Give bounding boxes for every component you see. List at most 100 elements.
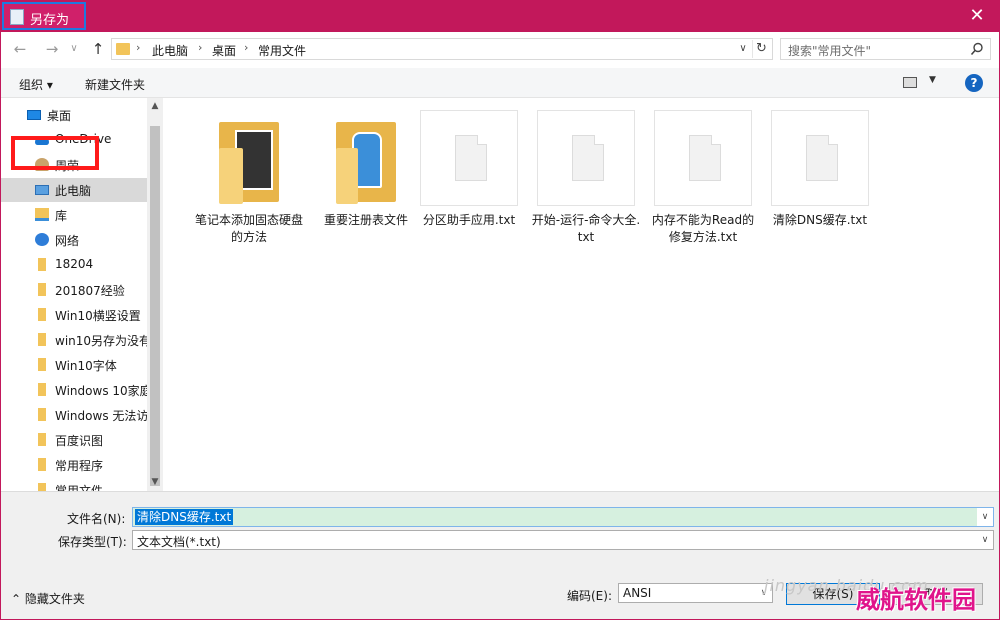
save-options-panel: 文件名(N): 清除DNS缓存.txt ∨ 保存类型(T): 文本文档(*.tx… <box>1 491 999 619</box>
view-mode-dropdown[interactable]: ▼ <box>929 75 936 85</box>
sidebar-item-label: Windows 10家庭 <box>55 384 147 398</box>
sidebar-item-label: 常用程序 <box>55 459 104 473</box>
sidebar-item-network[interactable]: 网络 <box>1 228 147 252</box>
folder-icon <box>38 258 46 271</box>
sidebar-item-folder[interactable]: 18204 <box>1 253 147 277</box>
sidebar-item-folder[interactable]: Win10横竖设置 <box>1 303 147 327</box>
refresh-button[interactable]: ↻ <box>752 40 770 58</box>
sidebar-item-label: 百度识图 <box>55 434 104 448</box>
help-icon[interactable]: ? <box>965 74 983 92</box>
folder-icon <box>38 308 46 321</box>
sidebar-item-label: Windows 无法访 <box>55 409 147 423</box>
sidebar-item-folder[interactable]: win10另存为没有 <box>1 328 147 352</box>
breadcrumb-separator: › <box>244 41 249 54</box>
title-highlight: 另存为 <box>2 2 86 30</box>
file-item[interactable]: 清除DNS缓存.txt <box>770 108 870 248</box>
encoding-select[interactable]: ANSI ∨ <box>618 583 773 603</box>
sidebar-item-label: win10另存为没有 <box>55 334 147 348</box>
up-button[interactable]: ↑ <box>87 38 109 60</box>
navigation-bar: ← → ∨ ↑ › 此电脑 › 桌面 › 常用文件 ∨ ↻ 搜索"常用文件" <box>1 32 999 66</box>
sidebar-item-folder[interactable]: 常用程序 <box>1 453 147 477</box>
organize-menu[interactable]: 组织 ▾ <box>19 76 53 93</box>
sidebar-item-folder[interactable]: Windows 无法访 <box>1 403 147 427</box>
title-bar: 另存为 ✕ <box>0 0 1000 32</box>
file-list: 笔记本添加固态硬盘的方法 重要注册表文件 分区助手应用.txt 开始-运行-命令… <box>164 98 999 491</box>
save-as-dialog: ← → ∨ ↑ › 此电脑 › 桌面 › 常用文件 ∨ ↻ 搜索"常用文件" 组… <box>1 32 999 619</box>
window-title: 另存为 <box>30 13 70 28</box>
desktop-icon <box>27 110 41 120</box>
text-file-icon <box>689 135 721 181</box>
this-pc-icon <box>35 185 49 195</box>
recent-locations-button[interactable]: ∨ <box>63 38 85 60</box>
filetype-dropdown-icon[interactable]: ∨ <box>977 531 993 549</box>
folder-thumbnail <box>316 108 416 208</box>
text-file-icon <box>806 135 838 181</box>
folder-front-panel <box>336 148 358 204</box>
filename-dropdown-icon[interactable]: ∨ <box>977 508 993 526</box>
file-name: 重要注册表文件 <box>323 213 408 227</box>
folder-icon <box>38 383 46 396</box>
filename-label: 文件名(N): <box>67 512 126 526</box>
text-file-thumbnail <box>419 108 519 208</box>
sidebar-item-desktop[interactable]: 桌面 <box>1 103 147 127</box>
breadcrumb-separator: › <box>198 41 203 54</box>
hide-folders-toggle[interactable]: ⌃ 隐藏文件夹 <box>11 590 85 607</box>
scroll-up-button[interactable]: ▲ <box>147 98 163 115</box>
sidebar-item-folder[interactable]: Win10字体 <box>1 353 147 377</box>
sidebar-item-this-pc[interactable]: 此电脑 <box>1 178 147 202</box>
sidebar-item-folder[interactable]: 常用文件 <box>1 478 147 491</box>
text-file-icon <box>572 135 604 181</box>
sidebar-item-label: 常用文件 <box>55 484 104 491</box>
sidebar-item-libraries[interactable]: 库 <box>1 203 147 227</box>
network-icon <box>35 233 49 246</box>
sidebar-item-label: 桌面 <box>47 109 72 123</box>
sidebar-item-label: Win10横竖设置 <box>55 309 141 323</box>
file-item[interactable]: 重要注册表文件 <box>316 108 416 248</box>
address-bar[interactable]: › 此电脑 › 桌面 › 常用文件 ∨ ↻ <box>111 38 773 60</box>
sidebar-item-folder[interactable]: 201807经验 <box>1 278 147 302</box>
file-item[interactable]: 开始-运行-命令大全.txt <box>532 108 640 248</box>
file-item[interactable]: 分区助手应用.txt <box>419 108 519 248</box>
search-placeholder: 搜索"常用文件" <box>788 44 872 58</box>
text-file-thumbnail <box>653 108 753 208</box>
folder-icon <box>38 433 46 446</box>
filename-value[interactable]: 清除DNS缓存.txt <box>135 509 234 525</box>
close-button[interactable]: ✕ <box>954 0 1000 32</box>
filetype-label: 保存类型(T): <box>58 535 127 549</box>
search-input[interactable]: 搜索"常用文件" <box>780 38 991 60</box>
breadcrumb-separator: › <box>136 41 141 54</box>
sidebar-item-label: 201807经验 <box>55 284 125 298</box>
new-folder-button[interactable]: 新建文件夹 <box>85 76 145 93</box>
file-item[interactable]: 笔记本添加固态硬盘的方法 <box>195 108 303 248</box>
breadcrumb-desktop[interactable]: 桌面 <box>212 42 236 59</box>
folder-icon <box>38 333 46 346</box>
scroll-down-button[interactable]: ▼ <box>147 474 163 491</box>
search-icon[interactable] <box>970 42 984 56</box>
breadcrumb-this-pc[interactable]: 此电脑 <box>152 42 188 59</box>
sidebar-item-folder[interactable]: Windows 10家庭 <box>1 378 147 402</box>
folder-front-panel <box>219 148 243 204</box>
sidebar-item-label: 网络 <box>55 234 80 248</box>
filetype-value: 文本文档(*.txt) <box>137 535 221 549</box>
file-item[interactable]: 内存不能为Read的修复方法.txt <box>652 108 754 248</box>
breadcrumb-common-files[interactable]: 常用文件 <box>258 42 306 59</box>
folder-icon <box>38 283 46 296</box>
forward-button[interactable]: → <box>41 38 63 60</box>
file-name: 开始-运行-命令大全.txt <box>531 213 641 244</box>
back-button[interactable]: ← <box>9 38 31 60</box>
sidebar-item-label: 此电脑 <box>55 184 92 198</box>
address-history-dropdown[interactable]: ∨ <box>736 41 750 57</box>
sidebar-item-folder[interactable]: 百度识图 <box>1 428 147 452</box>
file-name: 分区助手应用.txt <box>422 213 516 227</box>
folder-thumbnail <box>199 108 299 208</box>
watermark-brand: 威航软件园 <box>856 586 976 614</box>
view-mode-icon[interactable] <box>903 77 917 88</box>
file-name: 清除DNS缓存.txt <box>772 213 868 227</box>
navigation-scrollbar[interactable]: ▲ ▼ <box>147 98 163 491</box>
sidebar-item-label: Win10字体 <box>55 359 117 373</box>
filetype-select[interactable]: 文本文档(*.txt) ∨ <box>132 530 994 550</box>
filename-input[interactable]: 清除DNS缓存.txt ∨ <box>132 507 994 527</box>
sidebar-item-label: 18204 <box>55 257 94 271</box>
library-icon <box>35 208 49 221</box>
scrollbar-thumb[interactable] <box>150 126 160 486</box>
